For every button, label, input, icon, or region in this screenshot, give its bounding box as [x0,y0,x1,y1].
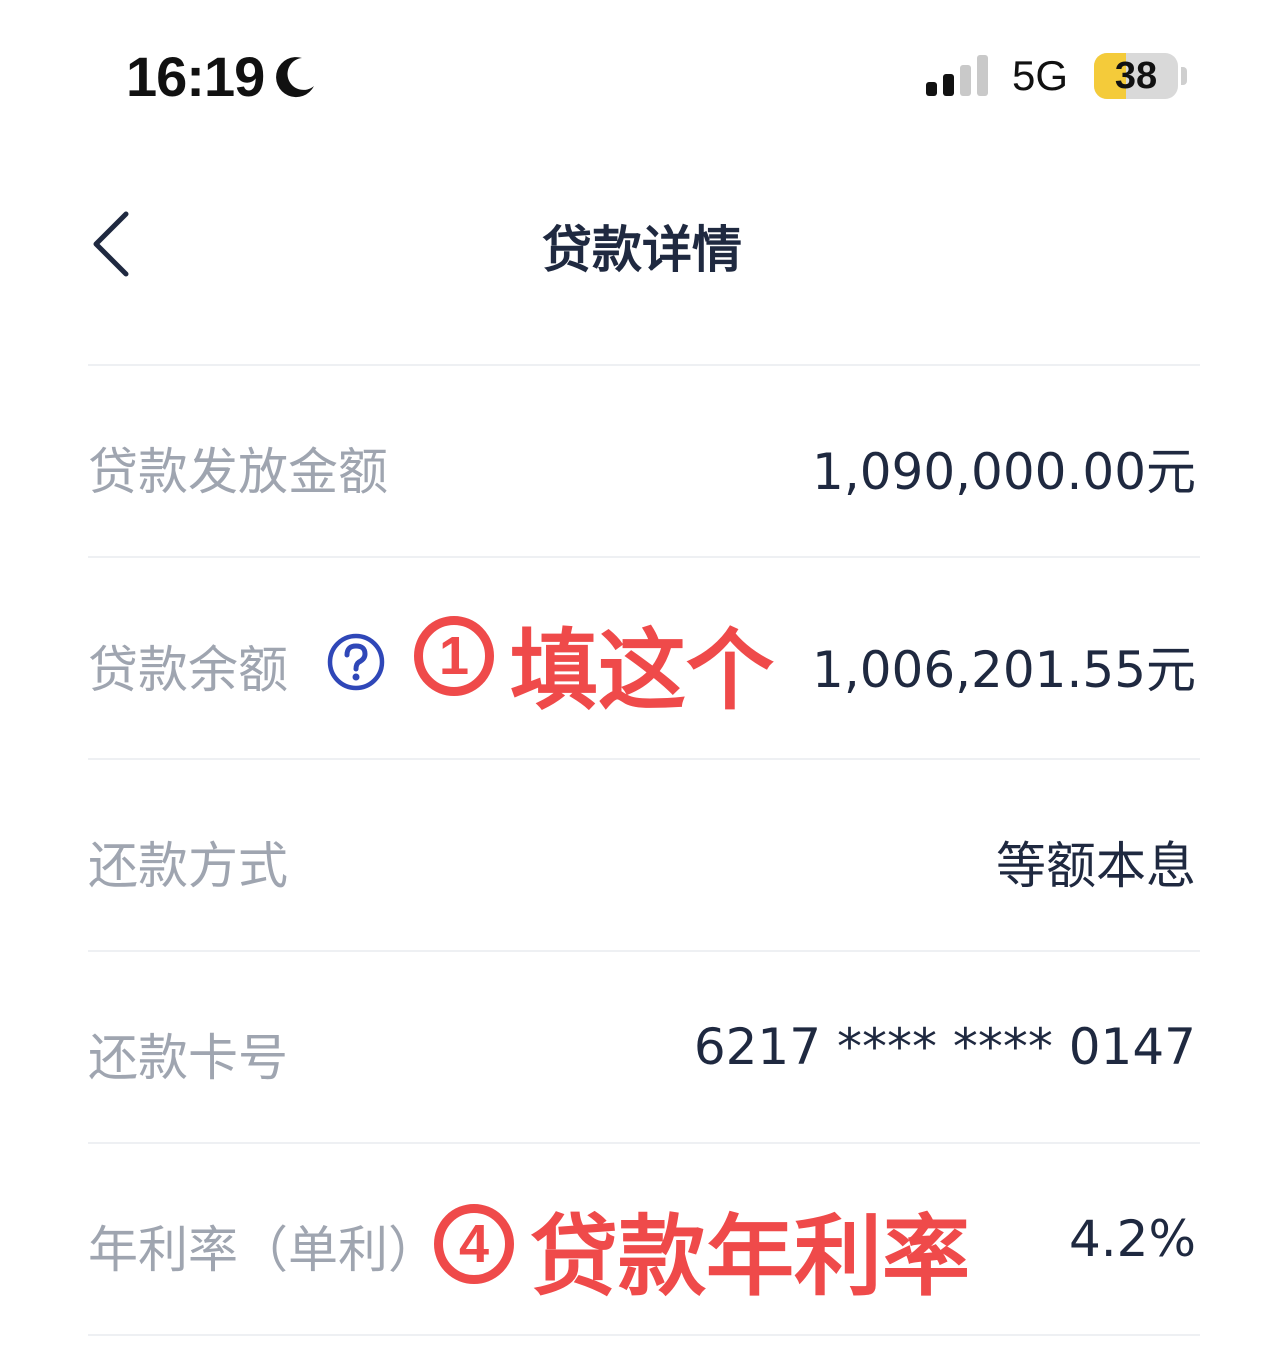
annotation-text: 贷款年利率 [530,1205,971,1308]
row-label: 还款方式 [88,837,288,895]
divider [88,1334,1200,1336]
annotation-text: 填这个 [510,619,775,722]
divider [88,950,1200,952]
row-label: 年利率（单利） [88,1221,438,1279]
battery-tip [1181,67,1187,85]
status-time: 16:19 [126,45,265,108]
help-icon[interactable] [326,632,386,692]
divider [88,364,1200,366]
battery-level: 38 [1114,55,1158,97]
divider [88,1142,1200,1144]
divider [88,758,1200,760]
divider [88,556,1200,558]
row-label: 贷款发放金额 [88,443,388,501]
page-title: 贷款详情 [542,221,742,279]
row-label: 还款卡号 [88,1029,288,1087]
network-type: 5G [1012,52,1069,99]
annotation-marker: 1 [414,616,494,696]
row-label: 贷款余额 [88,641,288,699]
moon-icon [276,57,314,98]
annotation-marker: 4 [434,1204,514,1284]
battery-icon: 38 [1094,53,1178,99]
row-value: 等额本息 [996,837,1196,895]
status-bar: 16:19 5G 38 [0,0,1284,150]
row-value: 1,090,000.00元 [812,443,1196,501]
signal-icon [926,55,988,96]
row-value: 4.2% [1068,1210,1196,1268]
row-value: 6217 **** **** 0147 [693,1018,1196,1076]
row-value: 1,006,201.55元 [812,641,1196,699]
